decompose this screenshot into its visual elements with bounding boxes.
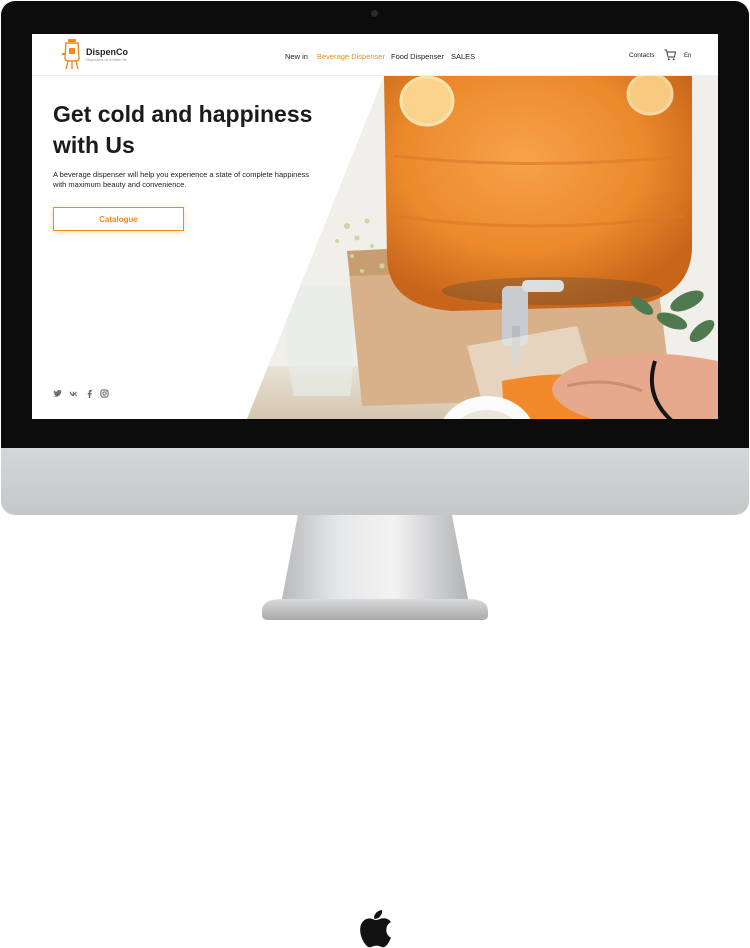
website-screen: DispenCo Dispensers for a better life Ne… <box>32 34 718 419</box>
monitor-stand <box>262 515 488 620</box>
apple-logo-icon <box>360 910 391 948</box>
contacts-link[interactable]: Contacts <box>629 52 655 59</box>
monitor-chin <box>1 448 749 948</box>
nav-item-food-dispenser[interactable]: Food Dispenser <box>391 52 444 61</box>
site-header: DispenCo Dispensers for a better life Ne… <box>32 34 718 76</box>
cart-icon[interactable] <box>664 49 676 61</box>
facebook-icon[interactable] <box>85 389 94 398</box>
nav-item-sales[interactable]: SALES <box>451 52 475 61</box>
nav-item-new-in[interactable]: New in <box>285 52 308 61</box>
nav-item-beverage-dispenser[interactable]: Beverage Dispenser <box>317 52 385 61</box>
language-switcher[interactable]: En <box>684 53 691 59</box>
brand-name[interactable]: DispenCo <box>86 47 128 57</box>
imac-monitor: DispenCo Dispensers for a better life Ne… <box>0 0 750 948</box>
twitter-icon[interactable] <box>53 389 62 398</box>
catalogue-button[interactable]: Catalogue <box>53 207 184 231</box>
hero-subtitle: A beverage dispenser will help you exper… <box>53 170 309 189</box>
hero-title: Get cold and happiness with Us <box>53 101 313 158</box>
instagram-icon[interactable] <box>100 389 109 398</box>
vk-icon[interactable] <box>69 389 78 398</box>
dispenser-logo-icon[interactable] <box>62 39 82 70</box>
brand-tagline: Dispensers for a better life <box>86 58 127 62</box>
camera-icon <box>371 10 378 17</box>
